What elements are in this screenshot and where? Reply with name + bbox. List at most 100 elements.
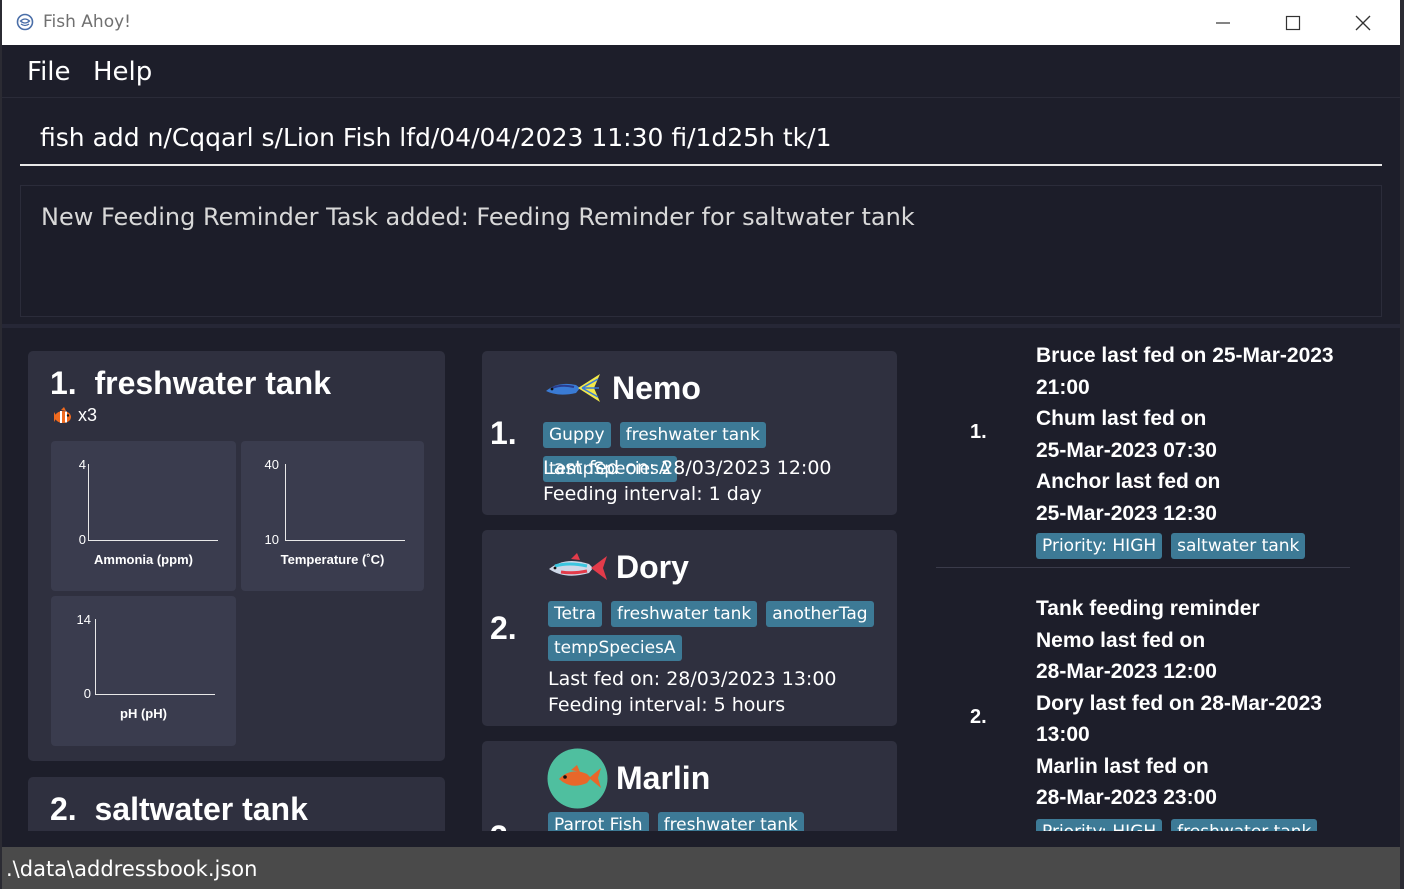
- task-tags: Priority: HIGH freshwater tank: [1036, 819, 1318, 831]
- task-description: Bruce last fed on 25-Mar-2023 21:00 Chum…: [1036, 340, 1356, 529]
- fish-name: Dory: [616, 549, 689, 585]
- window-title: Fish Ahoy!: [43, 12, 131, 32]
- fish-name: Marlin: [616, 760, 711, 796]
- tetra-icon: [549, 553, 607, 580]
- x-axis: [95, 694, 215, 695]
- task-line: Nemo last fed on: [1036, 628, 1206, 652]
- fish-card[interactable]: 2. Dory Tetra freshwater tank anotherTag…: [482, 530, 897, 726]
- y-axis: [95, 619, 96, 694]
- task-line: 25-Mar-2023 12:30: [1036, 501, 1217, 525]
- tank-card[interactable]: 1. freshwater tank x3 4 0 Ammonia (ppm): [28, 351, 445, 761]
- close-button[interactable]: [1328, 0, 1398, 45]
- tank-name: freshwater tank: [94, 365, 331, 401]
- task-tags: Priority: HIGH saltwater tank: [1036, 533, 1306, 559]
- fish-card[interactable]: 1. Nemo Guppy freshwater tank tempSpecie…: [482, 351, 897, 515]
- task-line: Marlin last fed on: [1036, 754, 1209, 778]
- fish-index: 2.: [490, 610, 517, 646]
- tag: freshwater tank: [1171, 819, 1318, 831]
- minimize-button[interactable]: [1188, 0, 1258, 45]
- graph-label: pH (pH): [120, 706, 167, 721]
- maximize-button[interactable]: [1258, 0, 1328, 45]
- task-description: Tank feeding reminder Nemo last fed on 2…: [1036, 593, 1356, 814]
- priority-tag: Priority: HIGH: [1036, 533, 1163, 559]
- task-line: 28-Mar-2023 23:00: [1036, 786, 1217, 809]
- fish-index: 1.: [490, 415, 517, 451]
- feeding-interval: Feeding interval: 5 hours: [548, 694, 786, 716]
- task-item[interactable]: 1. Bruce last fed on 25-Mar-2023 21:00 C…: [936, 340, 1350, 560]
- y-tick-max: 4: [78, 457, 86, 472]
- menu-bar: File Help: [2, 45, 1400, 98]
- tag: tempSpeciesA: [548, 635, 682, 661]
- y-tick-max: 14: [76, 612, 91, 627]
- title-bar: Fish Ahoy!: [2, 0, 1400, 45]
- fish-tags: Parrot Fish freshwater tank: [548, 812, 878, 831]
- app-window: Fish Ahoy! File Help New Feeding Reminde…: [2, 0, 1400, 889]
- tag: anotherTag: [766, 601, 874, 627]
- x-axis: [88, 540, 218, 541]
- main-panels: 1. freshwater tank x3 4 0 Ammonia (ppm): [2, 328, 1400, 831]
- temperature-graph: 40 10 Temperature (˚C): [241, 441, 424, 591]
- tag: Guppy: [543, 422, 611, 448]
- fish-card[interactable]: 3. Marlin Parrot Fish freshwater tank: [482, 741, 897, 831]
- tank-card[interactable]: 2. saltwater tank: [28, 777, 445, 831]
- result-display: New Feeding Reminder Task added: Feeding…: [20, 185, 1382, 317]
- fish-count-text: x3: [78, 405, 98, 425]
- last-fed: Last fed on: 28/03/2023 12:00: [543, 457, 832, 479]
- maximize-icon: [1285, 15, 1301, 30]
- fish-index: 3.: [490, 819, 517, 831]
- clownfish-icon: [54, 406, 71, 423]
- task-line: Chum last fed on: [1036, 407, 1207, 430]
- fish-tags: Tetra freshwater tank anotherTag tempSpe…: [548, 601, 878, 661]
- tag: freshwater tank: [657, 812, 804, 831]
- menu-help[interactable]: Help: [93, 57, 152, 87]
- task-line: 21:00: [1036, 375, 1090, 399]
- task-index: 1.: [970, 421, 987, 443]
- tag: freshwater tank: [611, 601, 758, 627]
- y-tick-min: 0: [78, 532, 86, 547]
- parrot-fish-icon: [547, 748, 608, 809]
- graph-label: Ammonia (ppm): [94, 552, 193, 567]
- app-icon: [16, 13, 34, 31]
- ammonia-graph: 4 0 Ammonia (ppm): [51, 441, 236, 591]
- task-line: Bruce last fed on 25-Mar-2023: [1036, 344, 1334, 367]
- menu-file[interactable]: File: [27, 57, 71, 87]
- y-axis: [88, 464, 89, 540]
- graph-label: Temperature (˚C): [280, 552, 385, 567]
- tag: Tetra: [548, 601, 603, 627]
- task-line: 28-Mar-2023 12:00: [1036, 660, 1217, 683]
- y-tick-min: 0: [83, 686, 91, 701]
- y-tick-max: 40: [264, 457, 279, 472]
- task-line: Dory last fed on 28-Mar-2023: [1036, 691, 1322, 715]
- task-line: 25-Mar-2023 07:30: [1036, 438, 1217, 462]
- close-icon: [1355, 15, 1371, 30]
- task-divider: [936, 567, 1350, 568]
- fish-count: x3: [52, 405, 97, 426]
- guppy-icon: [546, 374, 600, 402]
- result-text: New Feeding Reminder Task added: Feeding…: [41, 203, 915, 231]
- task-index: 2.: [970, 706, 987, 728]
- task-line: Tank feeding reminder: [1036, 597, 1260, 620]
- y-axis: [285, 464, 286, 540]
- save-location: .\data\addressbook.json: [6, 857, 258, 881]
- tag: saltwater tank: [1171, 533, 1306, 559]
- x-axis: [285, 540, 405, 541]
- task-line: Anchor last fed on: [1036, 470, 1221, 493]
- feeding-interval: Feeding interval: 1 day: [543, 483, 762, 505]
- tank-index: 1.: [50, 365, 77, 401]
- task-item[interactable]: 2. Tank feeding reminder Nemo last fed o…: [936, 593, 1350, 831]
- task-line: 13:00: [1036, 723, 1090, 746]
- tank-title: 2. saltwater tank: [50, 791, 308, 828]
- tank-index: 2.: [50, 791, 77, 827]
- tank-title: 1. freshwater tank: [50, 365, 331, 402]
- ph-graph: 14 0 pH (pH): [51, 596, 236, 746]
- y-tick-min: 10: [264, 532, 279, 547]
- tank-name: saltwater tank: [94, 791, 308, 827]
- tag: Parrot Fish: [548, 812, 649, 831]
- priority-tag: Priority: HIGH: [1036, 819, 1163, 831]
- command-input[interactable]: [20, 110, 1382, 164]
- last-fed: Last fed on: 28/03/2023 13:00: [548, 668, 837, 690]
- minimize-icon: [1216, 21, 1230, 24]
- command-box: [20, 110, 1382, 166]
- status-bar: .\data\addressbook.json: [2, 847, 1400, 889]
- fish-name: Nemo: [612, 370, 701, 406]
